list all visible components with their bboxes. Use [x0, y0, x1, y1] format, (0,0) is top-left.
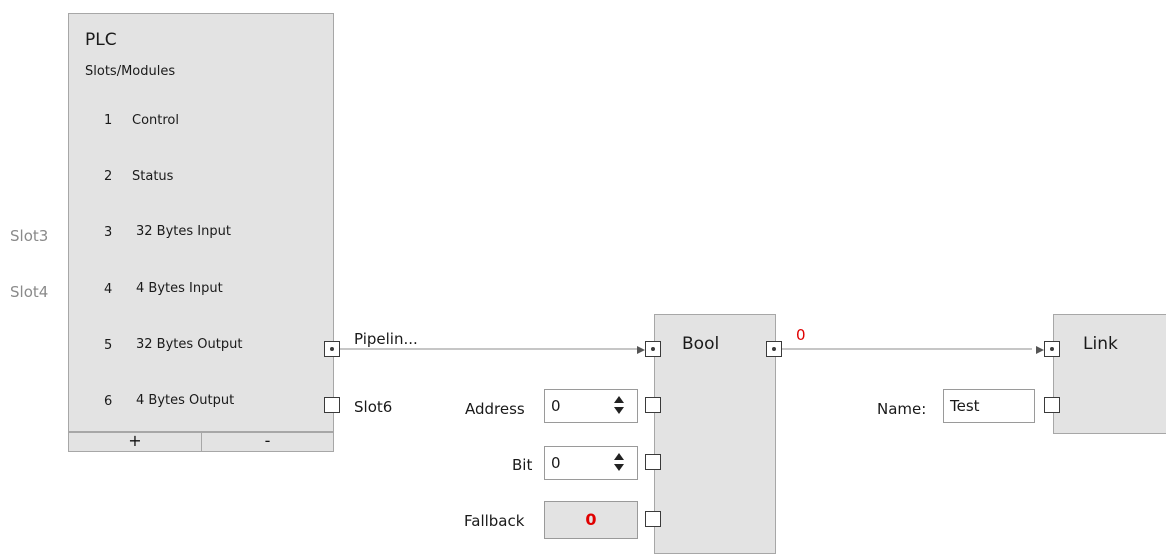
fallback-value: 0 — [585, 510, 597, 529]
slot-1-label: Control — [132, 113, 179, 128]
slot-5-output-port[interactable] — [324, 341, 340, 357]
slot-3-number: 3 — [104, 225, 113, 240]
slot-6-output-label: Slot6 — [354, 398, 393, 416]
slot-3-side-label: Slot3 — [10, 227, 49, 245]
slot-5-number: 5 — [104, 338, 113, 353]
slot-4-side-label: Slot4 — [10, 283, 49, 301]
link-name-label: Name: — [877, 400, 927, 418]
wire-bool-to-link[interactable] — [782, 348, 1032, 350]
link-node[interactable] — [1053, 314, 1166, 434]
wire-pipeline-to-bool[interactable] — [340, 348, 640, 350]
link-name-port[interactable] — [1044, 397, 1060, 413]
slot-4-label: 4 Bytes Input — [136, 281, 223, 296]
slot-6-label: 4 Bytes Output — [136, 393, 235, 408]
link-name-input[interactable]: Test — [943, 389, 1035, 423]
bit-value: 0 — [551, 454, 561, 472]
link-input-port[interactable] — [1036, 341, 1060, 357]
address-label: Address — [465, 400, 525, 418]
bit-label: Bit — [512, 456, 533, 474]
link-name-value: Test — [950, 397, 980, 415]
chevron-up-icon[interactable] — [614, 453, 624, 460]
slot-1-number: 1 — [104, 113, 113, 128]
add-slot-button[interactable]: + — [68, 432, 202, 452]
address-stepper[interactable] — [614, 394, 624, 416]
chevron-up-icon[interactable] — [614, 396, 624, 403]
bool-title: Bool — [682, 334, 720, 354]
address-value: 0 — [551, 397, 561, 415]
slot-6-number: 6 — [104, 394, 113, 409]
slot-5-label: 32 Bytes Output — [136, 337, 243, 352]
link-title: Link — [1083, 334, 1118, 354]
bool-output-value: 0 — [796, 326, 806, 344]
remove-slot-button[interactable]: - — [201, 432, 334, 452]
slot-3-label: 32 Bytes Input — [136, 224, 231, 239]
chevron-down-icon[interactable] — [614, 407, 624, 414]
bit-stepper[interactable] — [614, 451, 624, 473]
slot-6-output-port[interactable] — [324, 397, 340, 413]
bool-bit-port[interactable] — [645, 454, 661, 470]
slot-5-output-label: Pipelin... — [354, 330, 418, 348]
plc-title: PLC — [85, 30, 117, 50]
bool-address-port[interactable] — [645, 397, 661, 413]
plc-subtitle: Slots/Modules — [85, 64, 176, 79]
fallback-label: Fallback — [464, 512, 525, 530]
slot-2-label: Status — [132, 169, 174, 184]
bool-fallback-port[interactable] — [645, 511, 661, 527]
fallback-toggle[interactable]: 0 — [544, 501, 638, 539]
slot-4-number: 4 — [104, 282, 113, 297]
chevron-down-icon[interactable] — [614, 464, 624, 471]
bool-input-port[interactable] — [637, 341, 661, 357]
slot-2-number: 2 — [104, 169, 113, 184]
bool-output-port[interactable] — [766, 341, 782, 357]
